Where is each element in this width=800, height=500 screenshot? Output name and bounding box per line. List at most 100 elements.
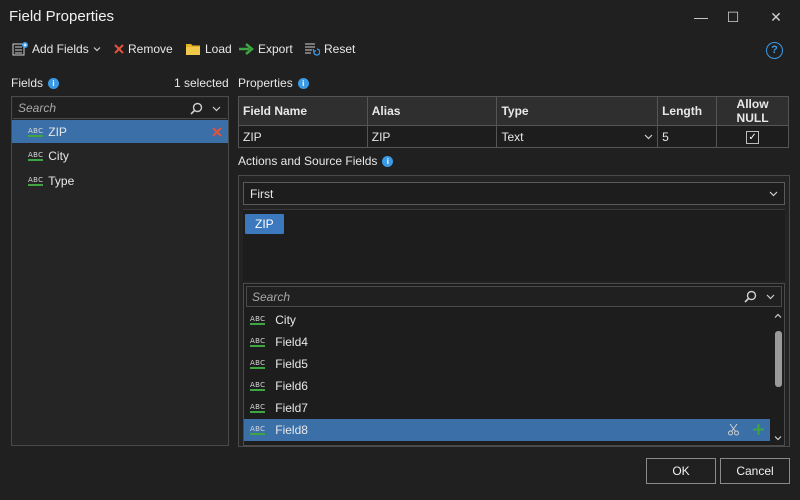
- text-field-icon: ABC: [250, 359, 266, 369]
- info-icon[interactable]: i: [382, 155, 394, 167]
- add-fields-icon: [12, 42, 28, 56]
- export-arrow-icon: [239, 43, 254, 55]
- scroll-down-icon[interactable]: [772, 433, 784, 443]
- fields-header: Fields i: [11, 76, 60, 90]
- close-button[interactable]: ✕: [766, 7, 786, 27]
- reset-label: Reset: [324, 42, 356, 56]
- source-search-box: [246, 286, 782, 307]
- source-fields-list: ABC City ABC Field4 ABC Field5 ABC Field6 ABC Fie…: [244, 309, 770, 441]
- source-field-label: Field8: [275, 423, 308, 437]
- text-field-icon: ABC: [250, 381, 266, 391]
- column-header: Field Name: [238, 96, 368, 126]
- remove-icon: [114, 44, 124, 54]
- fields-search-box: [13, 98, 227, 119]
- alias-cell[interactable]: ZIP: [366, 125, 498, 148]
- add-fields-button[interactable]: Add Fields: [12, 39, 101, 59]
- export-label: Export: [258, 42, 293, 56]
- source-search-input[interactable]: [247, 289, 744, 304]
- remove-label: Remove: [128, 42, 173, 56]
- selected-count: 1 selected: [174, 76, 229, 90]
- allow-null-cell: ✓: [716, 125, 789, 148]
- chevron-down-icon: [769, 191, 778, 197]
- fields-search-input[interactable]: [13, 101, 190, 115]
- column-header: Type: [496, 96, 659, 126]
- action-type-select[interactable]: First: [243, 182, 785, 205]
- source-field-label: Field4: [275, 335, 308, 349]
- actions-label: Actions and Source Fields: [238, 154, 378, 168]
- properties-table: Field Name Alias Type Length Allow NULL …: [238, 96, 789, 148]
- scroll-up-icon[interactable]: [772, 311, 784, 321]
- column-header: Length: [657, 96, 718, 126]
- length-cell[interactable]: 5: [657, 125, 718, 148]
- chevron-down-icon[interactable]: [766, 292, 775, 301]
- maximize-button[interactable]: ☐: [723, 7, 743, 27]
- reset-icon: [305, 43, 320, 56]
- actions-header: Actions and Source Fields i: [238, 154, 394, 168]
- reset-button[interactable]: Reset: [304, 39, 355, 59]
- text-field-icon: ABC: [250, 403, 266, 413]
- source-fields-panel: ABC City ABC Field4 ABC Field5 ABC Field6 ABC Fie…: [243, 283, 785, 446]
- source-field-item[interactable]: ABC Field6: [244, 375, 770, 397]
- field-list-item[interactable]: ABC Type: [12, 168, 228, 193]
- title-bar: Field Properties — ☐ ✕: [0, 0, 800, 34]
- info-icon[interactable]: i: [297, 77, 309, 89]
- source-scrollbar[interactable]: [772, 309, 784, 445]
- field-list-label: City: [48, 148, 69, 163]
- remove-button[interactable]: Remove: [114, 39, 173, 59]
- source-field-item[interactable]: ABC Field5: [244, 353, 770, 375]
- source-field-item[interactable]: ABC Field7: [244, 397, 770, 419]
- text-field-icon: ABC: [28, 175, 44, 186]
- field-list-item[interactable]: ABC City: [12, 143, 228, 168]
- text-field-icon: ABC: [28, 150, 44, 161]
- text-field-icon: ABC: [250, 425, 266, 435]
- text-field-icon: ABC: [28, 126, 44, 137]
- source-field-label: Field6: [275, 379, 308, 393]
- properties-label: Properties: [238, 76, 293, 90]
- source-field-item[interactable]: ABC City: [244, 309, 770, 331]
- type-value: Text: [501, 129, 524, 144]
- chevron-down-icon: [93, 47, 101, 52]
- help-icon[interactable]: ?: [766, 42, 783, 59]
- load-button[interactable]: Load: [185, 39, 232, 59]
- scissors-icon[interactable]: [727, 423, 740, 436]
- folder-icon: [186, 44, 200, 55]
- action-type-value: First: [250, 186, 274, 201]
- maximize-icon: ☐: [726, 9, 740, 25]
- actions-panel: First ZIP ABC City ABC Field4 ABC Field5 ABC Fi…: [238, 175, 790, 447]
- type-cell[interactable]: Text: [496, 125, 659, 148]
- text-field-icon: ABC: [250, 337, 266, 347]
- add-fields-label: Add Fields: [32, 42, 89, 56]
- search-icon[interactable]: [744, 290, 757, 303]
- fields-label: Fields: [11, 76, 44, 90]
- chevron-down-icon[interactable]: [212, 104, 221, 113]
- column-header: Allow NULL: [716, 96, 789, 126]
- cancel-button[interactable]: Cancel: [720, 458, 790, 484]
- source-field-item[interactable]: ABC Field4: [244, 331, 770, 353]
- source-field-label: Field7: [275, 401, 308, 415]
- export-button[interactable]: Export: [238, 39, 293, 59]
- field-list-label: Type: [48, 173, 75, 188]
- minimize-icon: —: [694, 9, 708, 25]
- source-field-label: Field5: [275, 357, 308, 371]
- selected-source-area: ZIP: [243, 209, 785, 281]
- scrollbar-thumb[interactable]: [775, 331, 782, 387]
- chevron-down-icon[interactable]: [644, 132, 653, 141]
- text-field-icon: ABC: [250, 315, 266, 325]
- column-header: Alias: [366, 96, 498, 126]
- field-name-cell[interactable]: ZIP: [238, 125, 368, 148]
- field-list-label: ZIP: [48, 124, 67, 139]
- field-list-item[interactable]: ABC ZIP: [12, 120, 228, 143]
- source-field-item[interactable]: ABC Field8: [244, 419, 770, 441]
- properties-header: Properties i: [238, 76, 309, 90]
- add-icon[interactable]: [752, 423, 765, 436]
- allow-null-checkbox[interactable]: ✓: [746, 131, 760, 144]
- window-title: Field Properties: [9, 8, 115, 25]
- fields-list: ABC ZIP ABC City ABC Type: [12, 120, 228, 193]
- delete-icon[interactable]: [212, 127, 222, 137]
- ok-button[interactable]: OK: [646, 458, 716, 484]
- minimize-button[interactable]: —: [691, 7, 711, 27]
- info-icon[interactable]: i: [48, 77, 60, 89]
- search-icon[interactable]: [190, 102, 203, 115]
- source-chip[interactable]: ZIP: [245, 214, 284, 234]
- source-field-label: City: [275, 313, 296, 327]
